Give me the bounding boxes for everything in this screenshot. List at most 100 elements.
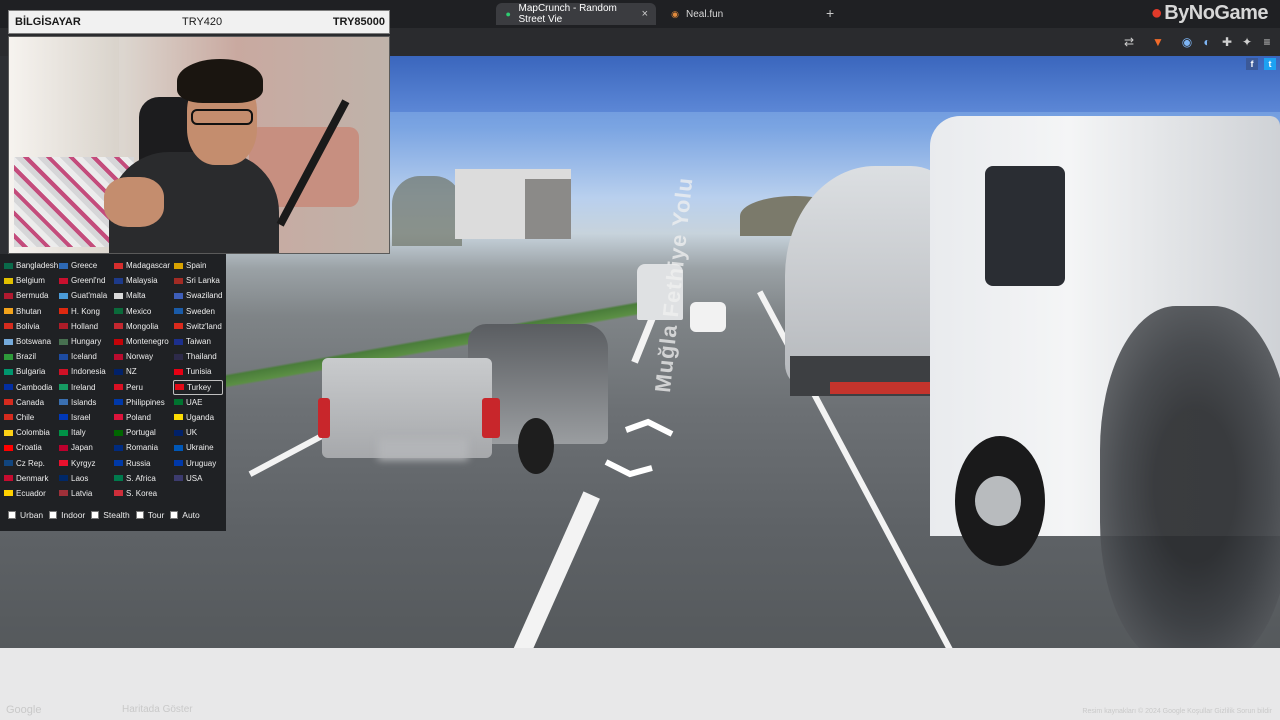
country-option[interactable]: Mexico xyxy=(113,304,173,319)
country-option[interactable]: NZ xyxy=(113,364,173,379)
country-option[interactable]: Bhutan xyxy=(3,304,58,319)
country-option[interactable]: Peru xyxy=(113,380,173,395)
flag-icon xyxy=(4,353,13,360)
vpn-icon[interactable]: ◉ xyxy=(1179,34,1195,50)
wallet-icon[interactable]: ◐ xyxy=(1199,34,1215,50)
country-label: Laos xyxy=(71,473,89,483)
option-tour[interactable]: Tour xyxy=(135,510,164,520)
country-option[interactable]: Madagascar xyxy=(113,258,173,273)
country-option[interactable]: Greenl'nd xyxy=(58,273,113,288)
country-option[interactable]: Colombia xyxy=(3,425,58,440)
country-option[interactable]: Latvia xyxy=(58,486,113,501)
country-option[interactable]: Malta xyxy=(113,288,173,303)
country-option[interactable]: Greece xyxy=(58,258,113,273)
country-option[interactable]: Holland xyxy=(58,319,113,334)
country-option[interactable]: Bolivia xyxy=(3,319,58,334)
country-option[interactable]: Malaysia xyxy=(113,273,173,288)
flag-icon xyxy=(114,353,123,360)
tab-nealfun[interactable]: ◉ Neal.fun xyxy=(662,3,812,25)
country-option[interactable]: Spain xyxy=(173,258,223,273)
country-option[interactable]: Croatia xyxy=(3,440,58,455)
country-option[interactable]: Canada xyxy=(3,395,58,410)
country-option[interactable]: Denmark xyxy=(3,471,58,486)
country-option[interactable]: Ecuador xyxy=(3,486,58,501)
mixer-bumper xyxy=(830,382,940,394)
country-option[interactable]: UAE xyxy=(173,395,223,410)
country-option[interactable]: Cz Rep. xyxy=(3,455,58,470)
country-option[interactable]: Montenegro xyxy=(113,334,173,349)
option-stealth[interactable]: Stealth xyxy=(91,510,130,520)
tab-mapcrunch[interactable]: ● MapCrunch - Random Street Vie × xyxy=(496,3,656,25)
country-option[interactable]: Switz'land xyxy=(173,319,223,334)
country-option[interactable]: UK xyxy=(173,425,223,440)
country-option[interactable]: S. Africa xyxy=(113,471,173,486)
country-option[interactable]: Swaziland xyxy=(173,288,223,303)
country-option[interactable]: Botswana xyxy=(3,334,58,349)
checkbox[interactable] xyxy=(8,511,16,519)
country-option[interactable]: USA xyxy=(173,471,223,486)
country-option[interactable]: Mongolia xyxy=(113,319,173,334)
navigation-arrows[interactable] xyxy=(600,416,690,486)
country-option[interactable]: Uganda xyxy=(173,410,223,425)
map-links[interactable]: Haritada Göster xyxy=(122,704,193,715)
country-option[interactable]: Italy xyxy=(58,425,113,440)
country-option[interactable]: Cambodia xyxy=(3,380,58,395)
country-option[interactable]: H. Kong xyxy=(58,304,113,319)
checkbox[interactable] xyxy=(49,511,58,519)
country-option[interactable]: Thailand xyxy=(173,349,223,364)
leo-icon[interactable]: ✦ xyxy=(1239,34,1255,50)
country-option[interactable]: Taiwan xyxy=(173,334,223,349)
country-option[interactable]: Philippines xyxy=(113,395,173,410)
extensions-icon[interactable]: ✚ xyxy=(1219,34,1235,50)
country-option[interactable]: Guat'mala xyxy=(58,288,113,303)
country-option[interactable]: Bulgaria xyxy=(3,364,58,379)
country-option[interactable]: Ukraine xyxy=(173,440,223,455)
close-tab-icon[interactable]: × xyxy=(642,8,648,20)
country-option[interactable]: Belgium xyxy=(3,273,58,288)
country-option[interactable]: Romania xyxy=(113,440,173,455)
country-option[interactable]: Uruguay xyxy=(173,455,223,470)
country-option[interactable]: Brazil xyxy=(3,349,58,364)
checkbox[interactable] xyxy=(135,511,144,519)
country-option[interactable]: Kyrgyz xyxy=(58,455,113,470)
brand-text: ByNoGame xyxy=(1164,2,1268,24)
country-option[interactable]: Ireland xyxy=(58,380,113,395)
white-car xyxy=(690,302,726,332)
option-auto[interactable]: Auto xyxy=(170,510,200,520)
country-option[interactable]: Russia xyxy=(113,455,173,470)
country-option[interactable]: Sweden xyxy=(173,304,223,319)
country-option[interactable]: Portugal xyxy=(113,425,173,440)
facebook-icon[interactable]: f xyxy=(1246,58,1258,70)
brave-shield-icon[interactable]: ▼ xyxy=(1150,34,1166,50)
country-option[interactable]: Iceland xyxy=(58,349,113,364)
country-option[interactable]: Bermuda xyxy=(3,288,58,303)
country-option[interactable]: Hungary xyxy=(58,334,113,349)
country-option[interactable]: Bangladesh xyxy=(3,258,58,273)
option-urban[interactable]: Urban xyxy=(8,510,43,520)
country-label: Israel xyxy=(71,412,91,422)
country-option[interactable]: Turkey xyxy=(173,379,223,395)
back-arrow-icon[interactable] xyxy=(604,459,653,478)
country-option[interactable]: Japan xyxy=(58,440,113,455)
forward-arrow-icon[interactable] xyxy=(624,418,674,437)
country-option[interactable]: Chile xyxy=(3,410,58,425)
country-option[interactable]: Indonesia xyxy=(58,364,113,379)
country-label: Hungary xyxy=(71,337,102,347)
checkbox[interactable] xyxy=(91,511,100,519)
option-indoor[interactable]: Indoor xyxy=(49,510,85,520)
twitter-icon[interactable]: t xyxy=(1264,58,1276,70)
country-option[interactable]: Norway xyxy=(113,349,173,364)
country-option[interactable]: Tunisia xyxy=(173,364,223,379)
country-option[interactable]: Islands xyxy=(58,395,113,410)
menu-icon[interactable]: ≡ xyxy=(1259,34,1275,50)
country-option[interactable]: Poland xyxy=(113,410,173,425)
country-option[interactable]: Israel xyxy=(58,410,113,425)
attribution-links[interactable]: Resim kaynakları © 2024 Google Koşullar … xyxy=(1082,708,1272,715)
new-tab-button[interactable]: + xyxy=(826,5,834,21)
translate-icon[interactable]: ⇄ xyxy=(1121,34,1137,50)
checkbox[interactable] xyxy=(170,511,179,519)
country-option[interactable]: S. Korea xyxy=(113,486,173,501)
country-option[interactable]: Sri Lanka xyxy=(173,273,223,288)
flag-icon xyxy=(4,338,13,345)
country-option[interactable]: Laos xyxy=(58,471,113,486)
